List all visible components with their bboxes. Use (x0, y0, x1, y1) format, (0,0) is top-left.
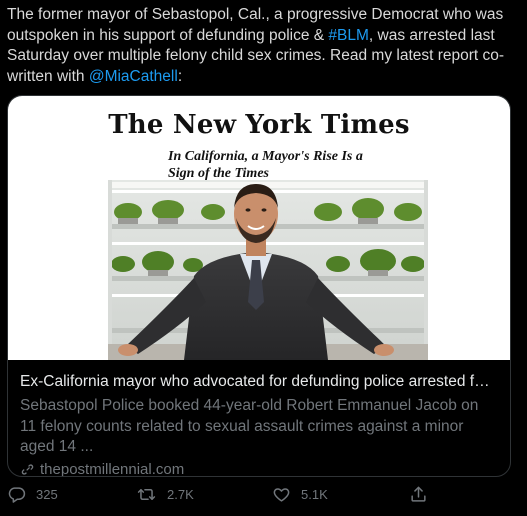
reply-icon (8, 486, 26, 503)
share-button[interactable] (409, 482, 428, 506)
link-card[interactable]: The New York Times In California, a Mayo… (7, 95, 511, 477)
share-icon (411, 486, 426, 502)
link-icon (21, 463, 34, 475)
card-image[interactable]: The New York Times In California, a Mayo… (8, 96, 510, 360)
card-body[interactable]: Ex-California mayor who advocated for de… (8, 360, 510, 476)
hashtag-link[interactable]: #BLM (328, 27, 369, 44)
card-title: Ex-California mayor who advocated for de… (20, 373, 498, 390)
card-description: Sebastopol Police booked 44-year-old Rob… (20, 397, 479, 455)
mention-link[interactable]: @MiaCathell (89, 68, 178, 85)
reply-count: 325 (36, 486, 58, 502)
heart-icon (273, 487, 290, 502)
tweet-text-part: : (177, 67, 183, 85)
image-headline: In California, a Mayor's Rise Is a Sign … (168, 149, 363, 181)
tweet-actions: 325 2.7K 5.1K (0, 482, 527, 506)
like-button[interactable]: 5.1K (272, 482, 328, 506)
card-source: thepostmillennial.com (20, 460, 498, 477)
retweet-button[interactable]: 2.7K (136, 482, 194, 506)
reply-button[interactable]: 325 (7, 482, 58, 506)
nyt-logo: The New York Times (108, 110, 410, 140)
card-domain: thepostmillennial.com (40, 460, 185, 477)
retweet-icon (137, 488, 156, 500)
tweet-text: The former mayor of Sebastopol, Cal., a … (7, 5, 519, 87)
like-count: 5.1K (301, 486, 328, 502)
retweet-count: 2.7K (167, 486, 194, 502)
